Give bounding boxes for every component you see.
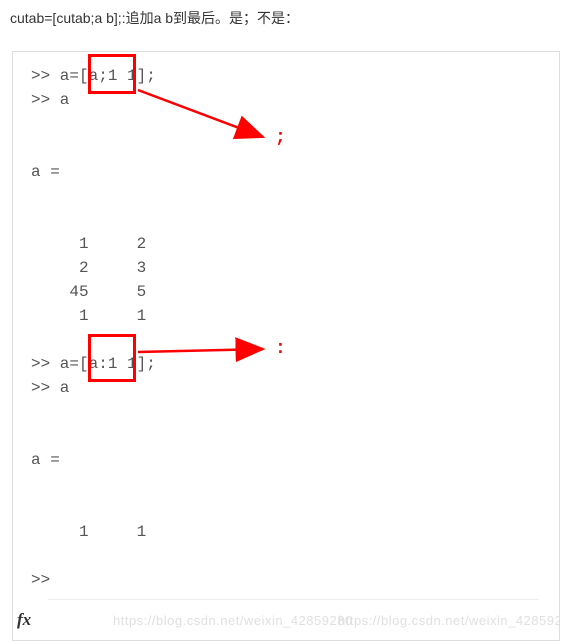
separator-line — [48, 599, 539, 600]
code-line: 1 1 — [31, 307, 146, 325]
red-box-semicolon — [88, 54, 136, 94]
red-box-colon — [88, 334, 136, 382]
code-line: >> a — [31, 91, 69, 109]
code-line: 45 5 — [31, 283, 146, 301]
watermark-text: https://blog.csdn.net/weixin_42859280 — [338, 613, 560, 628]
code-line: 2 3 — [31, 259, 146, 277]
code-line: 1 2 — [31, 235, 146, 253]
code-screenshot: >> a=[a;1 1]; >> a a = 1 2 2 3 45 5 1 1 … — [12, 51, 560, 641]
semicolon-label: ; — [275, 128, 286, 148]
watermark-text: https://blog.csdn.net/weixin_42859280 — [113, 613, 353, 628]
colon-label: : — [275, 339, 286, 359]
code-line: 1 1 — [31, 523, 146, 541]
code-line: a = — [31, 163, 60, 181]
fx-label: fx — [17, 610, 31, 630]
code-line: >> a — [31, 379, 69, 397]
code-line: a = — [31, 451, 60, 469]
header-text: cutab=[cutab;a b];:追加a b到最后。是；不是： — [0, 0, 572, 36]
code-line: >> — [31, 571, 60, 589]
